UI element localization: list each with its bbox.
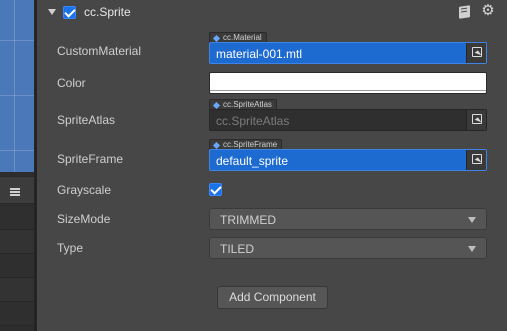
list-item[interactable]	[0, 254, 34, 278]
list-item[interactable]	[0, 302, 34, 326]
grayscale-label: Grayscale	[57, 183, 112, 197]
type-select[interactable]: TILED	[209, 237, 487, 259]
chevron-down-icon	[468, 246, 476, 252]
panel-divider[interactable]	[34, 0, 37, 331]
sprite-frame-pick-button[interactable]	[466, 150, 486, 170]
book-icon[interactable]	[459, 5, 470, 19]
custom-material-pick-button[interactable]	[466, 43, 486, 63]
locate-icon	[472, 154, 482, 164]
locate-icon	[472, 47, 482, 57]
type-value: TILED	[220, 242, 255, 256]
sprite-atlas-label: SpriteAtlas	[57, 113, 116, 127]
color-picker-field[interactable]	[209, 72, 487, 94]
hamburger-icon[interactable]	[10, 188, 20, 196]
component-title: cc.Sprite	[84, 5, 131, 19]
component-header: cc.Sprite ⚙	[37, 0, 507, 24]
sprite-frame-field[interactable]: default_sprite	[209, 149, 487, 171]
chevron-down-icon	[468, 217, 476, 223]
custom-material-type-text: cc.Material	[223, 33, 262, 42]
asset-diamond-icon	[212, 141, 221, 150]
hierarchy-list	[0, 206, 34, 326]
sprite-frame-label: SpriteFrame	[57, 152, 124, 166]
locate-icon	[472, 114, 482, 124]
list-item[interactable]	[0, 278, 34, 302]
list-item[interactable]	[0, 206, 34, 230]
hierarchy-toolbar	[0, 176, 34, 204]
sprite-atlas-pick-button[interactable]	[466, 110, 486, 130]
custom-material-value: material-001.mtl	[216, 47, 303, 61]
size-mode-label: SizeMode	[57, 212, 111, 226]
type-label: Type	[57, 241, 84, 255]
custom-material-label: CustomMaterial	[57, 44, 142, 58]
gear-icon[interactable]: ⚙	[481, 3, 495, 18]
sprite-atlas-type-text: cc.SpriteAtlas	[223, 100, 272, 109]
asset-diamond-icon	[212, 101, 221, 110]
sprite-atlas-placeholder: cc.SpriteAtlas	[216, 114, 290, 128]
asset-diamond-icon	[212, 34, 221, 43]
component-enabled-checkbox[interactable]	[63, 6, 76, 19]
custom-material-field[interactable]: material-001.mtl	[209, 42, 487, 64]
size-mode-value: TRIMMED	[220, 213, 276, 227]
add-component-button[interactable]: Add Component	[217, 286, 328, 309]
list-item[interactable]	[0, 230, 34, 254]
scene-preview[interactable]	[0, 0, 34, 172]
sprite-atlas-field[interactable]: cc.SpriteAtlas	[209, 109, 487, 131]
size-mode-select[interactable]: TRIMMED	[209, 208, 487, 230]
color-label: Color	[57, 76, 86, 90]
left-dock-panel	[0, 0, 34, 331]
sprite-frame-type-text: cc.SpriteFrame	[223, 140, 278, 149]
grayscale-checkbox[interactable]	[209, 183, 222, 196]
sprite-frame-value: default_sprite	[216, 154, 289, 168]
collapse-caret-icon[interactable]	[48, 9, 56, 15]
